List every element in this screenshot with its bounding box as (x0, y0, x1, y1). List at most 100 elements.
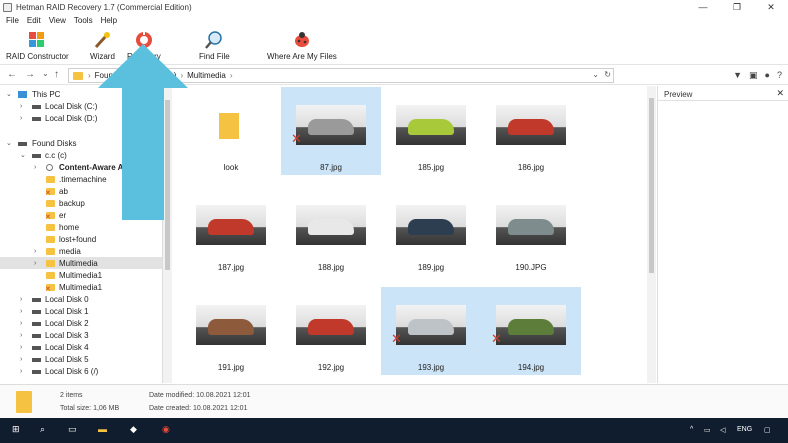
close-icon[interactable]: ✕ (776, 88, 784, 99)
tree-label: Local Disk 2 (45, 318, 89, 328)
search-icon[interactable]: ⌕ (40, 424, 45, 435)
file-tile[interactable]: 188.jpg (281, 187, 381, 275)
file-name: 191.jpg (217, 363, 245, 372)
notification-icon[interactable]: ▢ (764, 426, 771, 434)
chevron-down-icon[interactable]: ⌄ (6, 90, 12, 98)
file-tile[interactable]: 194.jpg ✕ (481, 287, 581, 375)
tree-item-media[interactable]: › media (0, 245, 162, 257)
history-button[interactable]: ⌄ (42, 69, 49, 78)
file-tile[interactable]: 187.jpg (181, 187, 281, 275)
settings-icon[interactable]: ● (765, 70, 770, 81)
car-image (308, 219, 354, 235)
help-icon[interactable]: ? (777, 70, 782, 81)
tree-label: c.c (c) (45, 150, 67, 160)
file-tile[interactable]: 193.jpg ✕ (381, 287, 481, 375)
tree-item-disk3[interactable]: › Local Disk 3 (0, 329, 162, 341)
find-file-button[interactable]: Find File (199, 27, 230, 65)
chevron-right-icon[interactable]: › (20, 308, 22, 315)
tree-item-disk4[interactable]: › Local Disk 4 (0, 341, 162, 353)
file-tile[interactable]: 87.jpg ✕ (281, 87, 381, 175)
chevron-down-icon[interactable]: ⌄ (20, 151, 26, 159)
raid-constructor-button[interactable]: RAID Constructor (6, 27, 69, 65)
file-tile[interactable]: look (181, 87, 281, 175)
chevron-right-icon[interactable]: › (34, 260, 36, 267)
language-indicator[interactable]: ENG (737, 426, 752, 433)
minimize-button[interactable]: — (686, 0, 720, 14)
hetman-taskbar-icon[interactable]: ◉ (162, 424, 170, 435)
file-tile[interactable]: 189.jpg (381, 187, 481, 275)
raid-constructor-label: RAID Constructor (6, 52, 69, 61)
file-tile[interactable]: 192.jpg (281, 287, 381, 375)
tree-label: Local Disk 3 (45, 330, 89, 340)
file-tile[interactable]: 185.jpg (381, 87, 481, 175)
tree-item-disk5[interactable]: › Local Disk 5 (0, 353, 162, 365)
disk-icon (32, 117, 41, 121)
tree-item-multimedia[interactable]: › Multimedia (0, 257, 162, 269)
tree-item-disk0[interactable]: › Local Disk 0 (0, 293, 162, 305)
close-button[interactable]: ✕ (754, 0, 788, 14)
menu-view[interactable]: View (49, 16, 66, 25)
file-grid: look 87.jpg ✕ 185.jpg 186.jpg 187.jpg 188.jpg 1… (173, 86, 647, 383)
chevron-down-icon[interactable]: ⌄ (6, 139, 12, 147)
chevron-right-icon[interactable]: › (20, 368, 22, 375)
maximize-button[interactable]: ❐ (720, 0, 754, 14)
forward-button[interactable]: → (25, 69, 35, 80)
disk-icon (32, 105, 41, 109)
chevron-right-icon[interactable]: › (34, 164, 36, 171)
chevron-right-icon[interactable]: › (20, 103, 22, 110)
magnifier-icon (205, 31, 223, 49)
menu-file[interactable]: File (6, 16, 19, 25)
windows-start-icon[interactable]: ⊞ (12, 424, 20, 435)
chevron-right-icon[interactable]: › (20, 115, 22, 122)
chevron-right-icon[interactable]: › (20, 332, 22, 339)
tree-item-home[interactable]: home (0, 221, 162, 233)
chevron-right-icon[interactable]: › (20, 320, 22, 327)
view-mode-icon[interactable]: ▣ (749, 70, 758, 81)
app-taskbar-icon[interactable]: ◆ (130, 424, 137, 435)
menu-bar: File Edit View Tools Help (0, 14, 788, 27)
file-tile[interactable]: 191.jpg (181, 287, 281, 375)
window-controls: — ❐ ✕ (686, 0, 788, 14)
breadcrumb-multimedia[interactable]: Multimedia (187, 71, 226, 80)
file-tile[interactable]: 190.JPG (481, 187, 581, 275)
task-view-icon[interactable]: ▭ (68, 424, 77, 435)
file-tile[interactable]: 186.jpg (481, 87, 581, 175)
image-thumbnail (196, 205, 266, 245)
chevron-right-icon[interactable]: › (20, 356, 22, 363)
chevron-right-icon[interactable]: › (34, 248, 36, 255)
tree-item-lost-found[interactable]: lost+found (0, 233, 162, 245)
car-image (308, 319, 354, 335)
tree-item-disk1[interactable]: › Local Disk 1 (0, 305, 162, 317)
chevron-right-icon[interactable]: › (20, 344, 22, 351)
back-button[interactable]: ← (7, 69, 17, 80)
image-thumbnail (396, 205, 466, 245)
where-are-my-files-button[interactable]: Where Are My Files (267, 27, 337, 65)
deleted-icon: ✕ (291, 131, 302, 146)
file-explorer-icon[interactable]: ▬ (98, 424, 107, 434)
filter-icon[interactable]: ▼ (733, 70, 742, 81)
deleted-icon: ✕ (45, 190, 51, 197)
status-bar: 2 items Total size: 1,06 MB Date modifie… (0, 384, 788, 418)
tree-label: er (59, 210, 67, 220)
scrollbar-thumb[interactable] (649, 98, 654, 273)
tree-item-disk2[interactable]: › Local Disk 2 (0, 317, 162, 329)
date-created: Date created: 10.08.2021 12:01 (149, 405, 248, 412)
menu-tools[interactable]: Tools (74, 16, 93, 25)
tree-item-multimedia1-deleted[interactable]: ✕ Multimedia1 (0, 281, 162, 294)
network-icon[interactable]: ▭ (704, 426, 711, 434)
up-button[interactable]: ↑ (54, 69, 59, 80)
car-image (508, 119, 554, 135)
tree-item-disk6[interactable]: › Local Disk 6 (/) (0, 365, 162, 377)
tree-item-multimedia1[interactable]: Multimedia1 (0, 269, 162, 281)
menu-edit[interactable]: Edit (27, 16, 41, 25)
tree-label: media (59, 246, 81, 256)
image-thumbnail (396, 105, 466, 145)
menu-help[interactable]: Help (101, 16, 117, 25)
content-scrollbar[interactable] (647, 86, 656, 383)
chevron-right-icon[interactable]: › (20, 296, 22, 303)
refresh-icon[interactable]: ↻ (604, 70, 611, 79)
path-dropdown[interactable]: ⌄ (592, 70, 599, 79)
tray-chevron-icon[interactable]: ^ (690, 426, 693, 433)
volume-icon[interactable]: ◁ (720, 426, 725, 434)
file-name: 188.jpg (317, 263, 345, 272)
